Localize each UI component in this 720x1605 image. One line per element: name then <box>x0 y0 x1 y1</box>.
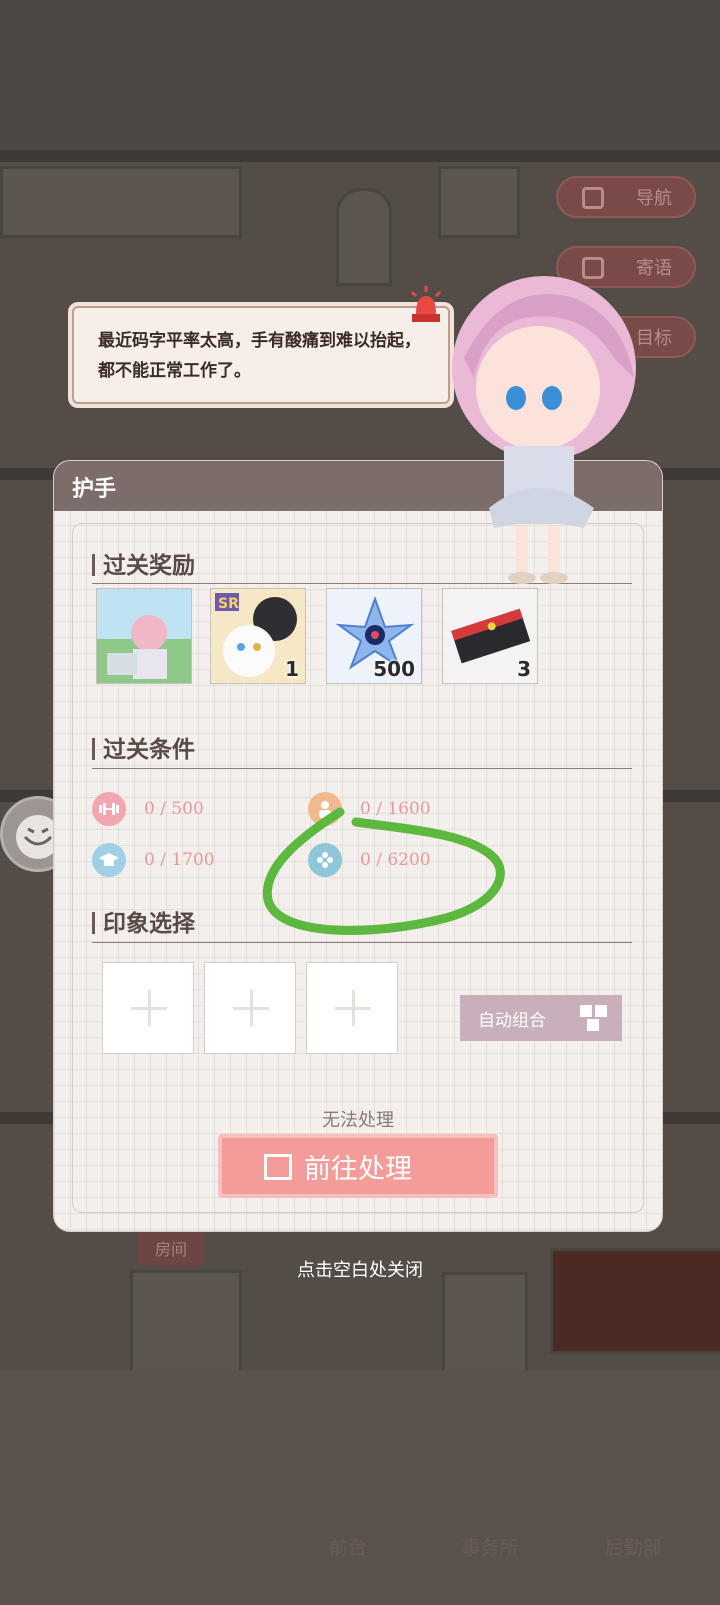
go-process-label: 前往处理 <box>304 1153 412 1185</box>
section-divider <box>92 942 632 943</box>
character-chibi-girl <box>452 276 636 584</box>
arched-window <box>336 188 392 286</box>
reward-count: 3 <box>517 657 531 681</box>
reward-item[interactable]: SR 1 <box>210 588 306 684</box>
section-bar <box>92 912 95 934</box>
reward-item[interactable]: 500 <box>326 588 422 684</box>
impression-slot-1[interactable] <box>102 962 194 1054</box>
navigation-button[interactable]: 导航 <box>556 176 696 218</box>
impression-slot-3[interactable] <box>306 962 398 1054</box>
tab-label: 后勤部 <box>604 1537 662 1559</box>
close-hint-text[interactable]: 点击空白处关闭 <box>0 1256 720 1282</box>
grid-icon <box>580 1005 607 1031</box>
reward-count: 1 <box>285 657 299 681</box>
conditions-section-title: 过关条件 <box>92 730 195 764</box>
condition-progress: 0 / 1700 <box>144 850 215 870</box>
panel-title: 护手 <box>72 476 117 502</box>
auto-combine-label: 自动组合 <box>478 1010 546 1031</box>
reward-item[interactable]: 3 <box>442 588 538 684</box>
lobby-floor <box>0 1370 720 1605</box>
reward-item[interactable] <box>96 588 192 684</box>
tab-logistics[interactable]: 后勤部 <box>578 1500 688 1560</box>
section-bar <box>92 738 95 760</box>
condition-item: 0 / 1700 <box>92 842 215 878</box>
tab-front-desk[interactable]: 前台 <box>300 1500 396 1560</box>
section-divider <box>92 768 632 769</box>
top-area <box>0 0 720 150</box>
reward-count: 500 <box>373 657 415 681</box>
cannot-process-text: 无法处理 <box>322 1110 394 1131</box>
room-door-101 <box>130 1270 242 1386</box>
building-window <box>438 166 520 238</box>
condition-progress: 0 / 500 <box>144 799 204 819</box>
speech-bubble: 最近码字平率太高，手有酸痛到难以抬起，都不能正常工作了。 <box>72 306 450 404</box>
rewards-section-title: 过关奖励 <box>92 546 195 580</box>
alarm-siren-icon <box>410 286 442 322</box>
rewards-title-text: 过关奖励 <box>103 552 195 579</box>
graduation-cap-icon <box>92 843 126 877</box>
character-card-image <box>97 589 191 683</box>
navigation-label: 导航 <box>636 188 672 209</box>
impression-section-title: 印象选择 <box>92 904 195 938</box>
building-window <box>0 166 242 238</box>
tab-office[interactable]: 事务所 <box>434 1500 546 1560</box>
impression-title-text: 印象选择 <box>103 910 195 937</box>
condition-item: 0 / 500 <box>92 791 204 827</box>
tab-label: 前台 <box>328 1537 367 1559</box>
go-process-button[interactable]: 前往处理 <box>218 1134 498 1198</box>
floor-divider <box>0 150 720 162</box>
section-bar <box>92 554 95 576</box>
map-icon <box>582 187 604 209</box>
conditions-title-text: 过关条件 <box>103 736 195 763</box>
speech-bubble-text: 最近码字平率太高，手有酸痛到难以抬起，都不能正常工作了。 <box>98 331 421 381</box>
green-circle-annotation <box>262 807 505 935</box>
tab-label: 事务所 <box>461 1537 519 1559</box>
enter-icon <box>264 1154 292 1180</box>
svg-text:SR: SR <box>218 596 239 612</box>
impression-slot-2[interactable] <box>204 962 296 1054</box>
auto-combine-button[interactable]: 自动组合 <box>460 995 622 1041</box>
dumbbell-icon <box>92 792 126 826</box>
